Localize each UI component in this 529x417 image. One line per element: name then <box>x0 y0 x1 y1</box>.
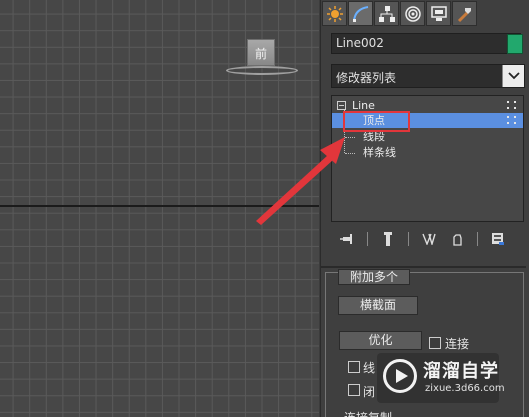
object-name-field[interactable]: Line002 <box>331 33 521 54</box>
hierarchy-icon <box>378 5 395 22</box>
chevron-down-icon[interactable] <box>502 65 524 87</box>
tab-display[interactable] <box>426 1 451 26</box>
stack-item-label: 样条线 <box>363 146 396 159</box>
watermark: 溜溜自学 zixue.3d66.com <box>377 353 505 403</box>
object-color-swatch[interactable] <box>507 34 523 54</box>
horizon-line <box>0 205 319 207</box>
create-icon <box>326 5 343 22</box>
modifier-list-label: 修改器列表 <box>336 71 397 85</box>
remove-modifier-icon[interactable] <box>449 231 465 247</box>
show-end-result-icon[interactable] <box>380 231 396 247</box>
watermark-title: 溜溜自学 <box>423 361 499 382</box>
toolbar-divider <box>367 232 368 246</box>
checkbox-2[interactable] <box>348 361 360 373</box>
connect-checkbox[interactable] <box>429 337 441 349</box>
checkbox-2-label: 线 <box>363 361 376 375</box>
stack-item-spline[interactable]: 样条线 <box>332 145 523 160</box>
modifier-list-dropdown[interactable]: 修改器列表 <box>331 64 525 88</box>
toolbar-divider <box>408 232 409 246</box>
viewcube-ring[interactable] <box>226 66 298 75</box>
panel-divider <box>321 266 526 268</box>
modify-icon <box>352 5 368 22</box>
modifier-stack: Line 顶点 线段 样条线 <box>331 95 524 222</box>
subobject-dots-icon <box>507 101 517 110</box>
subobject-dots-icon <box>507 116 517 125</box>
tab-hierarchy[interactable] <box>374 1 399 26</box>
tab-motion[interactable] <box>400 1 425 26</box>
connect-copy-label: 连接复制 <box>344 409 392 417</box>
pin-stack-icon[interactable] <box>339 231 355 247</box>
viewcube-label: 前 <box>254 47 267 61</box>
watermark-subtitle: zixue.3d66.com <box>425 383 505 394</box>
display-icon <box>430 5 447 21</box>
checkbox-3[interactable] <box>348 384 360 396</box>
configure-modifier-sets-icon[interactable] <box>490 231 506 247</box>
optimize-button[interactable]: 优化 <box>339 331 422 350</box>
cross-section-button[interactable]: 横截面 <box>338 296 418 315</box>
tab-modify[interactable] <box>348 1 373 26</box>
tab-utilities[interactable] <box>452 1 477 26</box>
make-unique-icon[interactable] <box>421 231 437 247</box>
motion-icon <box>404 5 421 22</box>
highlight-box <box>343 111 410 132</box>
toolbar-divider <box>477 232 478 246</box>
viewport-front[interactable]: 前 <box>0 0 319 417</box>
viewcube[interactable]: 前 <box>247 39 275 66</box>
collapse-icon[interactable] <box>337 101 346 110</box>
stack-toolbar <box>339 230 509 248</box>
checkbox-3-label: 闭 <box>363 385 376 399</box>
panel-tabs <box>321 0 529 28</box>
utilities-icon <box>457 7 471 22</box>
play-logo-icon <box>383 359 417 393</box>
tab-create[interactable] <box>322 1 347 26</box>
attach-mult-button[interactable]: 附加多个 <box>338 269 410 285</box>
connect-label: 连接 <box>445 337 470 351</box>
